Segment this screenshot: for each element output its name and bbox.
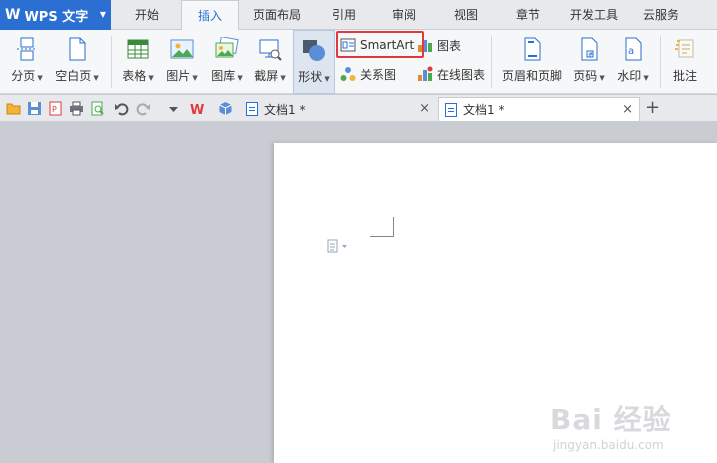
tab-page-layout[interactable]: 页面布局 — [247, 0, 307, 30]
close-icon[interactable]: × — [622, 102, 633, 117]
tab-insert[interactable]: 插入 — [181, 0, 239, 31]
watermark-button[interactable]: a 水印 ▼ — [613, 30, 653, 94]
table-button[interactable]: 表格 ▼ — [118, 30, 158, 94]
shapes-label: 形状 — [298, 70, 323, 84]
paste-options-icon[interactable] — [327, 239, 349, 253]
screenshot-label: 截屏 — [254, 69, 279, 83]
picture-icon — [170, 37, 194, 61]
gallery-button[interactable]: 图库 ▼ — [206, 30, 248, 94]
wps-brand-icon[interactable]: W — [190, 101, 205, 118]
svg-text:a: a — [628, 46, 634, 57]
picture-button[interactable]: 图片 ▼ — [162, 30, 202, 94]
relation-chart-label: 关系图 — [360, 67, 397, 82]
watermark-label: 水印 — [617, 69, 642, 83]
page-number-label: 页码 — [573, 69, 598, 83]
blank-page-button[interactable]: 空白页 ▼ — [52, 30, 102, 94]
gallery-label: 图库 — [211, 69, 236, 83]
header-footer-icon — [520, 37, 544, 61]
app-name: WPS 文字 — [24, 9, 89, 25]
redo-icon[interactable] — [136, 101, 151, 116]
shapes-icon — [302, 38, 326, 62]
online-chart-button[interactable]: 在线图表 — [417, 64, 485, 84]
quick-access-bar: P W 文档1 * × 文档1 * × — [0, 95, 717, 122]
table-icon — [126, 37, 150, 61]
tab-review[interactable]: 审阅 — [381, 0, 427, 30]
chevron-down-icon[interactable] — [166, 104, 181, 119]
header-footer-button[interactable]: 页眉和页脚 — [498, 30, 566, 94]
relation-chart-icon — [340, 66, 356, 82]
blank-page-icon — [65, 37, 89, 61]
print-preview-icon[interactable] — [90, 101, 105, 116]
relation-chart-button[interactable]: 关系图 — [340, 64, 396, 84]
doc-tab-active[interactable]: 文档1 * × — [438, 97, 640, 121]
export-pdf-icon[interactable]: P — [48, 101, 63, 116]
cube-icon[interactable] — [218, 101, 233, 116]
doc-tab-label: 文档1 * — [264, 102, 306, 117]
wps-logo-icon: W — [5, 7, 21, 23]
chart-label: 图表 — [437, 38, 462, 53]
print-icon[interactable] — [69, 101, 84, 116]
chevron-down-icon: ▼ — [99, 10, 106, 19]
ribbon-divider — [491, 36, 492, 88]
tab-sections[interactable]: 章节 — [505, 0, 551, 30]
tab-cloud[interactable]: 云服务 — [636, 0, 686, 30]
picture-label: 图片 — [166, 69, 191, 83]
app-menu-button[interactable]: W WPS 文字 ▼ — [0, 0, 111, 30]
table-label: 表格 — [122, 69, 147, 83]
watermark-icon: a — [621, 37, 645, 61]
shapes-button[interactable]: 形状 ▼ — [293, 30, 335, 94]
screenshot-button[interactable]: 截屏 ▼ — [250, 30, 290, 94]
menu-bar: W WPS 文字 ▼ 开始 插入 页面布局 引用 审阅 视图 章节 开发工具 云… — [0, 0, 717, 31]
new-tab-button[interactable]: + — [645, 97, 660, 118]
tab-developer[interactable]: 开发工具 — [564, 0, 624, 30]
blank-page-label: 空白页 — [55, 69, 92, 83]
doc-tab[interactable]: 文档1 * × — [240, 97, 436, 121]
page-break-label: 分页 — [11, 69, 36, 83]
ribbon-divider — [660, 36, 661, 88]
online-chart-label: 在线图表 — [437, 67, 486, 82]
doc-tab-label: 文档1 * — [463, 103, 505, 117]
smartart-highlight-box — [336, 31, 424, 58]
page-break-button[interactable]: 分页 ▼ — [8, 30, 46, 94]
document-icon — [445, 102, 457, 117]
header-footer-label: 页眉和页脚 — [501, 69, 562, 83]
svg-text:P: P — [52, 105, 57, 114]
open-folder-icon[interactable] — [6, 101, 21, 116]
document-icon — [246, 102, 258, 116]
page-number-icon: # — [577, 37, 601, 61]
ribbon-divider — [111, 36, 112, 88]
comment-button[interactable]: 批注 — [666, 30, 704, 94]
undo-icon[interactable] — [114, 101, 129, 116]
screenshot-icon — [258, 37, 282, 61]
tab-references[interactable]: 引用 — [321, 0, 367, 30]
page-number-button[interactable]: # 页码 ▼ — [569, 30, 609, 94]
comment-icon — [673, 37, 697, 61]
online-chart-icon — [417, 66, 433, 82]
baidu-watermark: Bai 经验 — [550, 403, 672, 436]
page-break-icon — [15, 37, 39, 61]
save-icon[interactable] — [27, 101, 42, 116]
tab-view[interactable]: 视图 — [443, 0, 489, 30]
svg-text:#: # — [588, 52, 593, 59]
baidu-watermark-url: jingyan.baidu.com — [553, 438, 664, 452]
comment-label: 批注 — [672, 69, 697, 83]
svg-text:W: W — [190, 103, 204, 116]
close-icon[interactable]: × — [419, 101, 430, 116]
tab-home[interactable]: 开始 — [124, 0, 170, 30]
page-margin-marker — [370, 217, 394, 237]
gallery-icon — [215, 36, 239, 61]
